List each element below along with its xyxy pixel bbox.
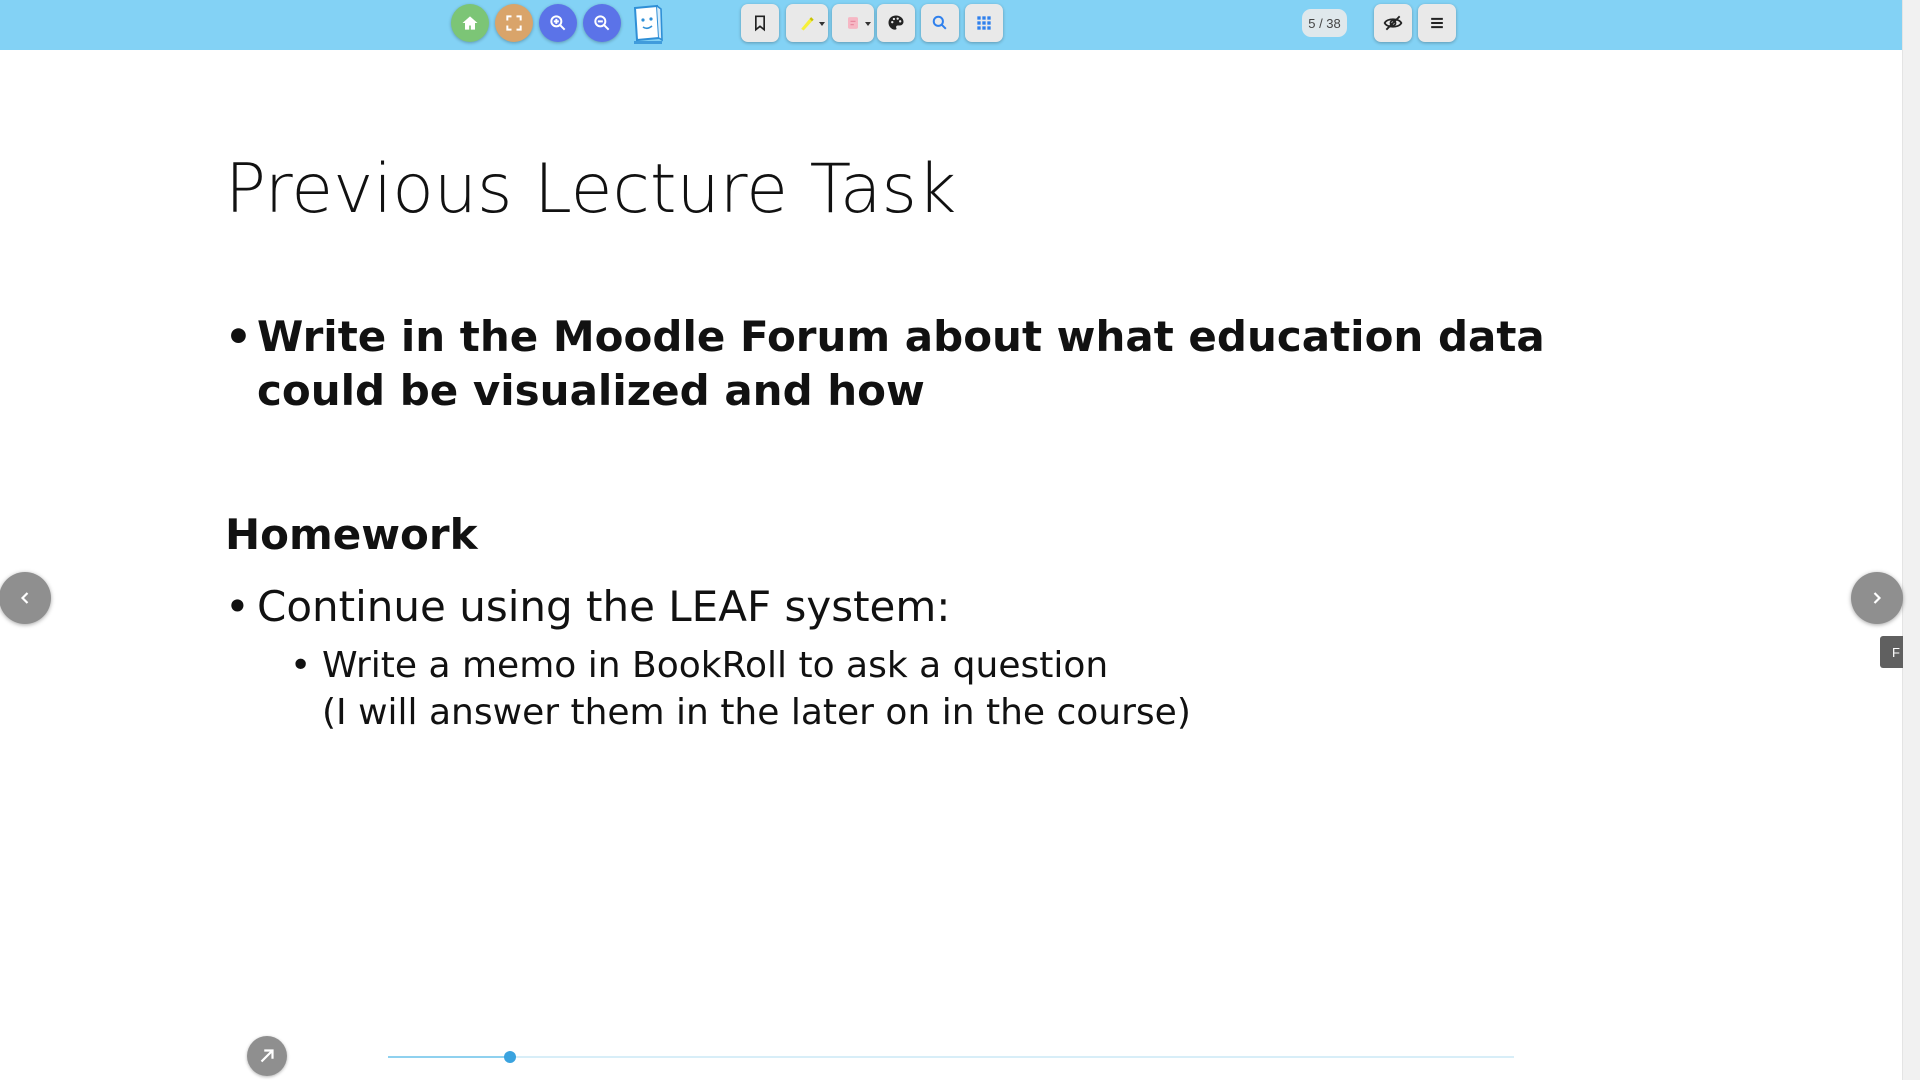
bullet-leaf-system-text: Continue using the LEAF system:: [257, 582, 951, 631]
sub-bullet-memo-line1: Write a memo in BookRoll to ask a questi…: [322, 645, 1109, 686]
bullet-marker: •: [225, 582, 250, 631]
next-page-button[interactable]: [1851, 572, 1903, 624]
hamburger-icon: [1431, 17, 1443, 29]
progress-fill: [388, 1056, 510, 1058]
bookmark-button[interactable]: [741, 4, 779, 42]
home-button[interactable]: [451, 4, 489, 42]
progress-knob[interactable]: [503, 1051, 516, 1063]
top-toolbar: 5 / 38: [0, 0, 1903, 50]
memo-button[interactable]: [832, 4, 874, 42]
search-icon: [932, 15, 947, 30]
side-panel-tab[interactable]: F: [1880, 636, 1903, 668]
page-indicator: 5 / 38: [1302, 9, 1347, 37]
bullet-forum-task: • Write in the Moodle Forum about what e…: [225, 310, 1625, 418]
fullscreen-icon: [506, 15, 522, 31]
fullscreen-button[interactable]: [495, 4, 533, 42]
vertical-scrollbar[interactable]: [1902, 0, 1920, 1080]
memo-icon: [848, 17, 858, 29]
grid-icon: [977, 16, 991, 30]
marker-icon: [801, 17, 814, 31]
bullet-forum-task-text: Write in the Moodle Forum about what edu…: [257, 312, 1545, 415]
bullet-marker: •: [225, 312, 252, 361]
marker-dropdown-caret[interactable]: [819, 22, 825, 26]
bullet-leaf-system: • Continue using the LEAF system:: [225, 580, 1425, 634]
memo-dropdown-caret[interactable]: [865, 22, 871, 26]
sub-bullet-marker: •: [290, 645, 312, 686]
expand-button[interactable]: [247, 1036, 287, 1076]
bookmark-icon: [755, 15, 765, 32]
bookroll-logo: [631, 4, 665, 46]
zoom-out-icon: [594, 15, 610, 31]
homework-heading: Homework: [225, 510, 478, 559]
palette-button[interactable]: [877, 4, 915, 42]
home-icon: [462, 16, 478, 30]
palette-icon: [888, 15, 904, 30]
sub-bullet-memo: • Write a memo in BookRoll to ask a ques…: [290, 642, 1390, 736]
marker-button[interactable]: [786, 4, 828, 42]
slide-title: Previous Lecture Task: [225, 150, 957, 229]
arrow-up-right-icon: [260, 1049, 274, 1063]
zoom-out-button[interactable]: [583, 4, 621, 42]
zoom-in-button[interactable]: [539, 4, 577, 42]
book-logo-icon: [633, 4, 663, 44]
search-button[interactable]: [921, 4, 959, 42]
sub-bullet-memo-line2: (I will answer them in the later on in t…: [322, 692, 1191, 733]
page-progress-slider[interactable]: [388, 1051, 1514, 1063]
zoom-in-icon: [550, 15, 566, 31]
chevron-left-icon: [20, 592, 29, 604]
menu-button[interactable]: [1418, 4, 1456, 42]
hide-toolbar-button[interactable]: [1374, 4, 1412, 42]
eye-off-icon: [1383, 15, 1403, 31]
grid-view-button[interactable]: [965, 4, 1003, 42]
previous-page-button[interactable]: [0, 572, 51, 624]
chevron-right-icon: [1873, 592, 1882, 604]
